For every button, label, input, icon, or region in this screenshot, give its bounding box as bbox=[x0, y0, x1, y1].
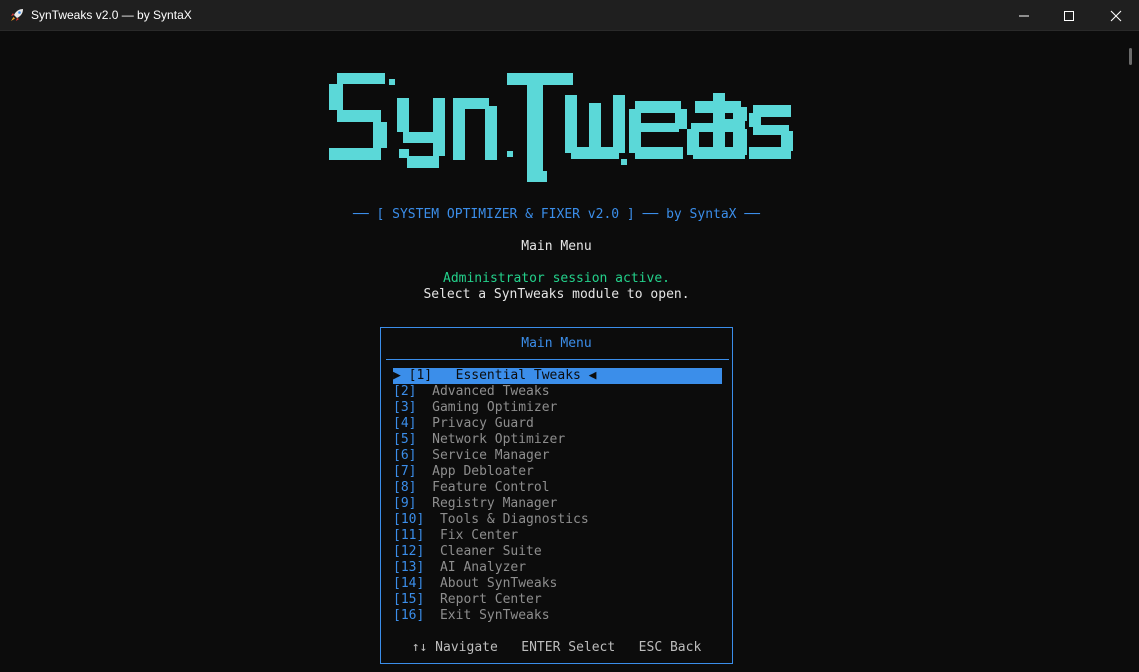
maximize-icon bbox=[1064, 11, 1074, 21]
menu-item-number: [3] bbox=[393, 400, 417, 415]
menu-item-number: [16] bbox=[393, 608, 425, 623]
menu-item-number: [5] bbox=[393, 432, 417, 447]
menu-item-ai-analyzer[interactable]: [13] AI Analyzer bbox=[393, 560, 722, 576]
menu-item-network-optimizer[interactable]: [5] Network Optimizer bbox=[393, 432, 722, 448]
panel-title: Main Menu bbox=[521, 336, 592, 351]
menu-item-label: About SynTweaks bbox=[439, 576, 558, 591]
rocket-icon bbox=[11, 9, 23, 21]
menu-item-label: Essential Tweaks bbox=[455, 368, 581, 383]
menu-item-number: [12] bbox=[393, 544, 425, 559]
menu-item-feature-control[interactable]: [8] Feature Control bbox=[393, 480, 722, 496]
menu-item-number: [2] bbox=[393, 384, 417, 399]
menu-item-service-manager[interactable]: [6] Service Manager bbox=[393, 448, 722, 464]
menu-item-exit-syntweaks[interactable]: [16] Exit SynTweaks bbox=[393, 608, 722, 624]
menu-item-number: [11] bbox=[393, 528, 425, 543]
menu-item-label: AI Analyzer bbox=[439, 560, 527, 575]
menu-item-report-center[interactable]: [15] Report Center bbox=[393, 592, 722, 608]
menu-item-label: Service Manager bbox=[432, 448, 550, 463]
menu-item-number: [8] bbox=[393, 480, 417, 495]
menu-item-fix-center[interactable]: [11] Fix Center bbox=[393, 528, 722, 544]
menu-item-tools-diagnostics[interactable]: [10] Tools & Diagnostics bbox=[393, 512, 722, 528]
instruction-text: Select a SynTweaks module to open. bbox=[423, 287, 690, 302]
menu-item-number: [10] bbox=[393, 512, 425, 527]
menu-item-app-debloater[interactable]: [7] App Debloater bbox=[393, 464, 722, 480]
menu-item-label: Fix Center bbox=[439, 528, 519, 543]
menu-item-essential-tweaks[interactable]: ▶ [1] Essential Tweaks ◀ bbox=[393, 368, 722, 384]
menu-item-label: Privacy Guard bbox=[432, 416, 534, 431]
menu-item-label: Tools & Diagnostics bbox=[439, 512, 589, 527]
subtitle: ── [ SYSTEM OPTIMIZER & FIXER v2.0 ] ── … bbox=[353, 207, 760, 222]
minimize-button[interactable] bbox=[1001, 0, 1047, 31]
menu-item-cleaner-suite[interactable]: [12] Cleaner Suite bbox=[393, 544, 722, 560]
menu-item-label: Network Optimizer bbox=[432, 432, 566, 447]
menu-item-number: [9] bbox=[393, 496, 417, 511]
menu-item-label: Exit SynTweaks bbox=[439, 608, 550, 623]
panel-divider bbox=[386, 359, 729, 360]
menu-item-label: Gaming Optimizer bbox=[432, 400, 558, 415]
menu-item-number: [6] bbox=[393, 448, 417, 463]
close-button[interactable] bbox=[1093, 0, 1139, 31]
selection-pointer-icon: ◀ bbox=[580, 368, 597, 383]
minimize-icon bbox=[1019, 15, 1029, 17]
menu-item-about-syntweaks[interactable]: [14] About SynTweaks bbox=[393, 576, 722, 592]
menu-item-label: Registry Manager bbox=[432, 496, 558, 511]
menu-item-number: [4] bbox=[393, 416, 417, 431]
scrollbar-thumb[interactable] bbox=[1129, 48, 1132, 65]
menu-item-label: App Debloater bbox=[432, 464, 534, 479]
main-menu-panel: Main Menu ▶ [1] Essential Tweaks ◀ [2] A… bbox=[380, 327, 733, 664]
key-hints-footer: ↑↓ Navigate ENTER Select ESC Back bbox=[411, 640, 702, 655]
menu-item-gaming-optimizer[interactable]: [3] Gaming Optimizer bbox=[393, 400, 722, 416]
menu-item-label: Advanced Tweaks bbox=[432, 384, 550, 399]
title-bar[interactable]: SynTweaks v2.0 — by SyntaX bbox=[0, 0, 1139, 31]
menu-item-advanced-tweaks[interactable]: [2] Advanced Tweaks bbox=[393, 384, 722, 400]
logo-lettering bbox=[329, 73, 793, 182]
logo bbox=[329, 73, 793, 182]
menu-item-number: [1] bbox=[408, 368, 433, 383]
menu-item-number: [7] bbox=[393, 464, 417, 479]
scrollbar[interactable] bbox=[1125, 31, 1139, 672]
menu-item-number: [14] bbox=[393, 576, 425, 591]
window-title: SynTweaks v2.0 — by SyntaX bbox=[31, 8, 192, 22]
close-icon bbox=[1110, 10, 1122, 22]
menu-item-privacy-guard[interactable]: [4] Privacy Guard bbox=[393, 416, 722, 432]
menu-item-label: Report Center bbox=[439, 592, 542, 607]
menu-heading: Main Menu bbox=[521, 239, 592, 254]
menu-list: ▶ [1] Essential Tweaks ◀ [2] Advanced Tw… bbox=[393, 368, 722, 624]
menu-item-number: [13] bbox=[393, 560, 425, 575]
admin-status: Administrator session active. bbox=[443, 271, 670, 286]
menu-item-label: Cleaner Suite bbox=[439, 544, 542, 559]
menu-item-label: Feature Control bbox=[432, 480, 550, 495]
selection-marker-icon: ▶ bbox=[393, 368, 409, 383]
menu-item-registry-manager[interactable]: [9] Registry Manager bbox=[393, 496, 722, 512]
menu-item-number: [15] bbox=[393, 592, 425, 607]
maximize-button[interactable] bbox=[1046, 0, 1092, 31]
